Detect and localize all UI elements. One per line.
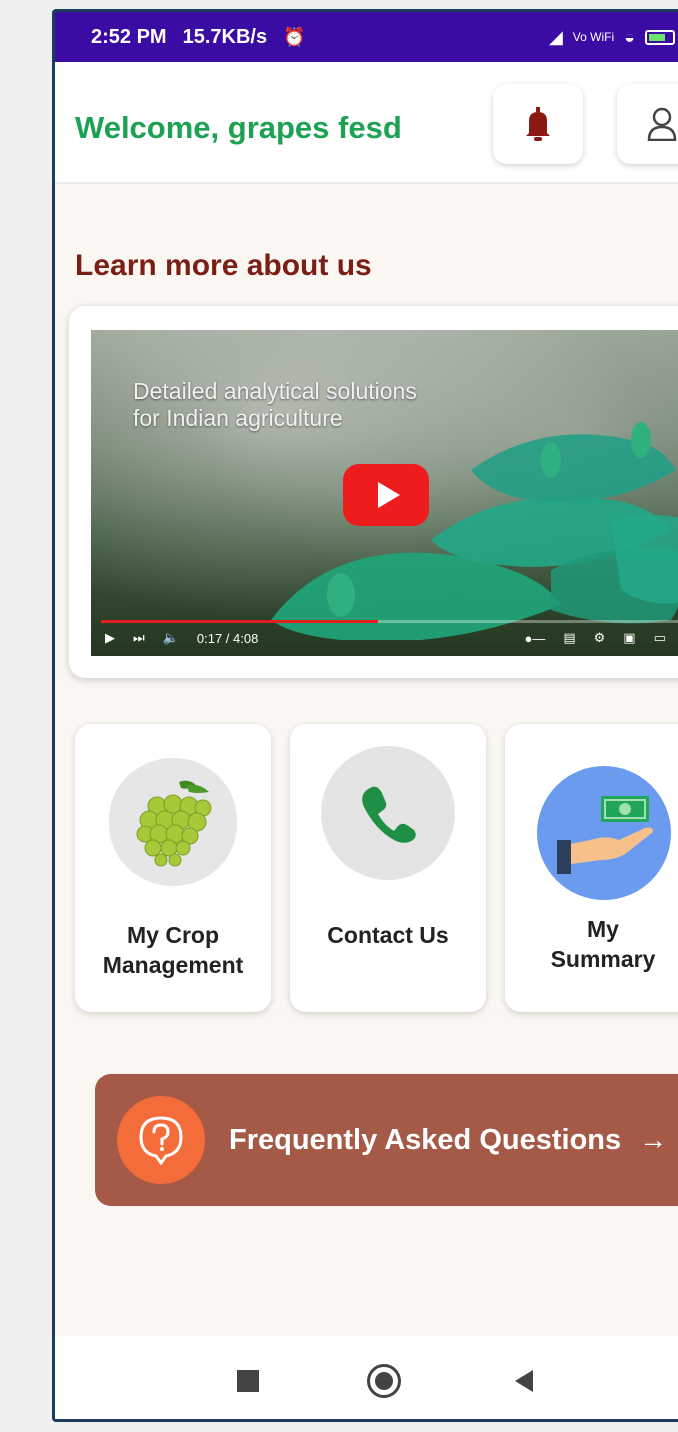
phone-frame: 2:52 PM 15.7KB/s ⏰ ◢ Vo WiFi ◒ Welcome, … xyxy=(52,9,678,1422)
video-time: 0:17 / 4:08 xyxy=(196,630,259,646)
grapes-icon xyxy=(136,780,212,867)
recent-apps-button[interactable] xyxy=(237,1370,259,1392)
play-icon[interactable]: ▶ xyxy=(105,630,115,646)
money-hand-icon xyxy=(557,796,653,874)
question-icon-circle xyxy=(117,1096,205,1184)
user-icon xyxy=(647,107,677,141)
network-label: Vo WiFi xyxy=(572,30,615,44)
card-label-line1: Contact Us xyxy=(327,922,449,948)
status-bar: 2:52 PM 15.7KB/s ⏰ ◢ Vo WiFi ◒ xyxy=(55,12,678,62)
crop-management-card[interactable]: My Crop Management xyxy=(75,724,271,1012)
video-player[interactable]: Detailed analytical solutions for Indian… xyxy=(91,330,678,656)
welcome-text: Welcome, grapes fesd xyxy=(75,110,402,145)
home-button[interactable] xyxy=(367,1364,401,1398)
android-nav-bar xyxy=(55,1336,678,1419)
card-label: My Summary xyxy=(505,914,678,974)
profile-button[interactable] xyxy=(617,84,678,164)
alarm-icon: ⏰ xyxy=(283,26,306,47)
my-summary-card[interactable]: My Summary xyxy=(505,724,678,1012)
notification-button[interactable] xyxy=(493,84,583,164)
back-button[interactable] xyxy=(515,1370,533,1392)
faq-button[interactable]: Frequently Asked Questions → xyxy=(95,1074,678,1206)
battery-icon xyxy=(645,29,675,45)
card-label: My Crop Management xyxy=(75,920,271,980)
section-title: Learn more about us xyxy=(75,249,372,282)
video-overlay-text: Detailed analytical solutions for Indian… xyxy=(133,378,417,432)
video-card: Detailed analytical solutions for Indian… xyxy=(69,306,678,678)
wifi-icon: ◒ xyxy=(624,26,635,47)
phone-icon xyxy=(362,786,416,843)
next-icon[interactable]: ⏭ xyxy=(133,630,145,646)
play-button[interactable] xyxy=(343,464,429,526)
video-text-line2: for Indian agriculture xyxy=(133,405,343,431)
question-icon xyxy=(139,1116,183,1165)
signal-icon: ◢ xyxy=(548,26,563,47)
contact-us-card[interactable]: Contact Us xyxy=(290,724,486,1012)
app-header: Welcome, grapes fesd xyxy=(55,62,678,184)
money-icon-circle xyxy=(537,766,671,900)
grapes-icon-circle xyxy=(109,758,237,886)
card-label-line1: My Crop xyxy=(127,922,219,948)
captions-icon[interactable]: ▤ xyxy=(563,630,575,646)
bell-icon xyxy=(526,107,550,141)
phone-icon-circle xyxy=(321,746,455,880)
miniplayer-icon[interactable]: ▣ xyxy=(623,630,635,646)
video-controls: ▶ ⏭ 🔈 0:17 / 4:08 ●— ▤ ⚙ ▣ ▭ ⛶ xyxy=(91,620,678,656)
arrow-right-icon: → xyxy=(639,1124,668,1155)
settings-icon[interactable]: ⚙ xyxy=(594,630,606,646)
autoplay-icon[interactable]: ●— xyxy=(524,631,545,646)
status-speed: 15.7KB/s xyxy=(182,25,268,48)
volume-icon[interactable]: 🔈 xyxy=(163,630,179,646)
card-label-line1: My xyxy=(587,916,619,942)
card-label: Contact Us xyxy=(290,920,486,950)
card-label-line2: Management xyxy=(102,952,244,978)
faq-label: Frequently Asked Questions xyxy=(229,1123,622,1156)
card-label-line2: Summary xyxy=(550,946,656,972)
theater-icon[interactable]: ▭ xyxy=(654,630,666,646)
status-time: 2:52 PM xyxy=(91,25,167,48)
video-text-line1: Detailed analytical solutions xyxy=(133,378,417,404)
